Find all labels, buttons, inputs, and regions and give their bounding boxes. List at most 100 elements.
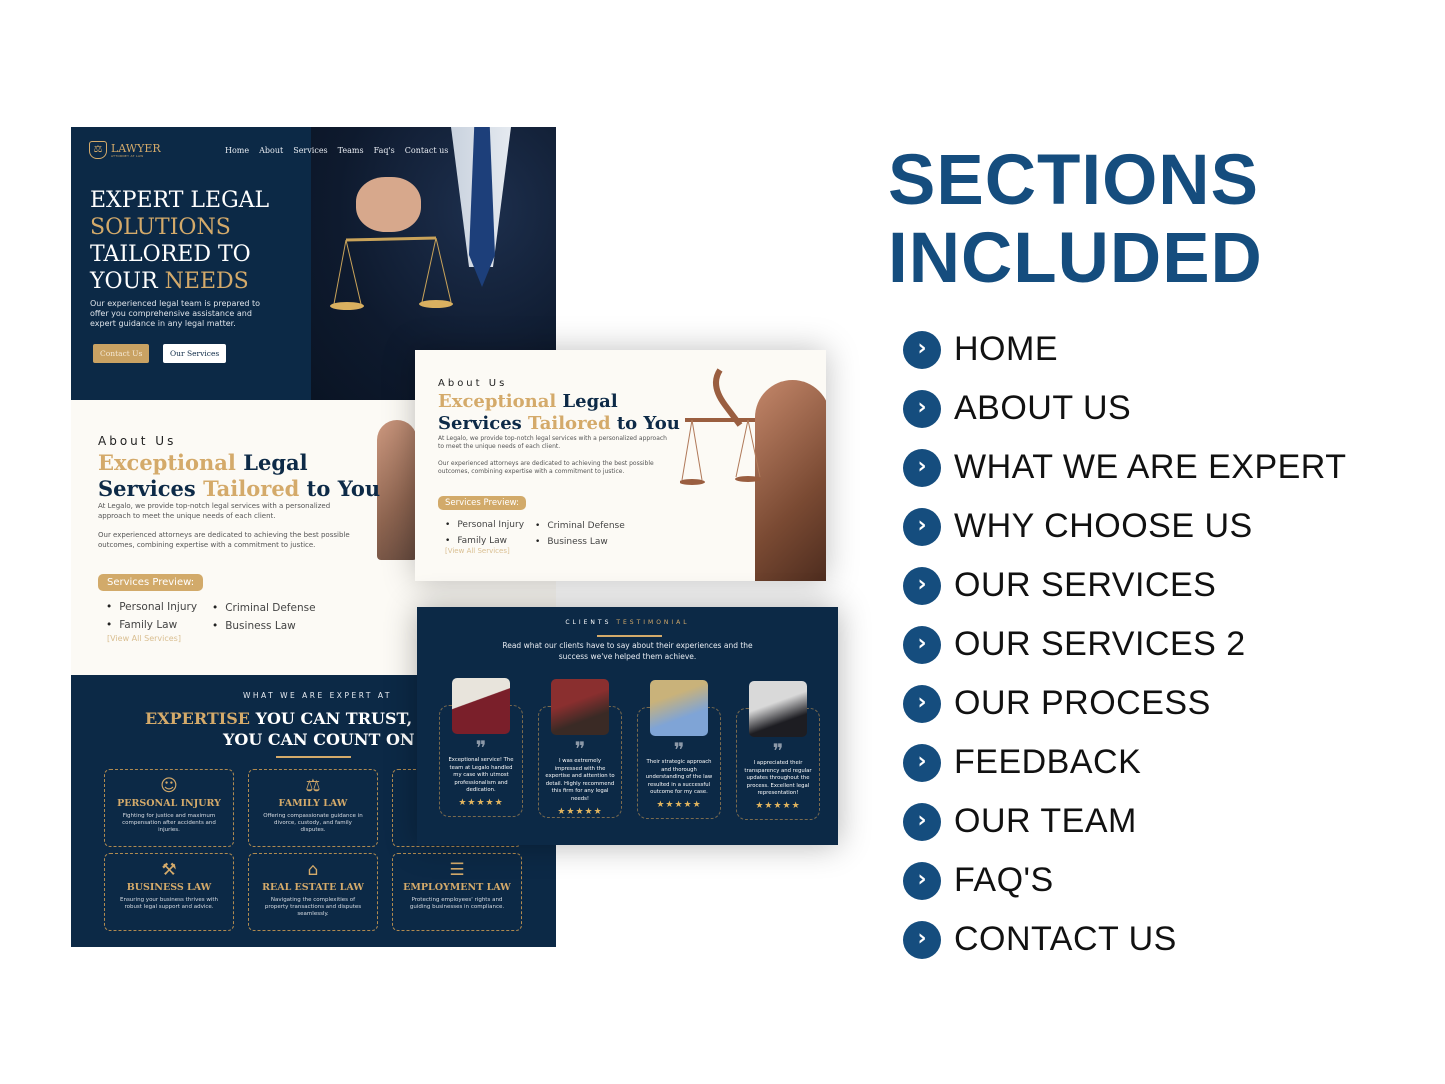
sections-title: SECTIONS INCLUDED — [888, 142, 1263, 298]
hero-title-highlight: NEEDS — [164, 269, 249, 294]
gavel-icon: ⚒ — [161, 860, 177, 880]
hero-title-line: TAILORED TO — [90, 242, 251, 267]
section-list-item: › FAQ'S — [903, 851, 1347, 910]
expertise-card-title: FAMILY LAW — [278, 798, 348, 809]
testimonial-eyebrow: CLIENTS TESTIMONIAL — [417, 619, 838, 626]
head-icon: ☺ — [160, 776, 178, 796]
expertise-card-desc: Fighting for justice and maximum compens… — [122, 813, 216, 833]
view-all-services-link[interactable]: [View All Services] — [445, 547, 510, 555]
nav-home[interactable]: Home — [225, 146, 249, 155]
house-dollar-icon: ⌂ — [307, 860, 319, 880]
service-item[interactable]: Business Law — [212, 620, 296, 632]
chevron-circle-icon: › — [903, 625, 941, 664]
section-list-item: › WHY CHOOSE US — [903, 497, 1347, 556]
view-all-services-link[interactable]: [View All Services] — [107, 634, 181, 643]
chevron-circle-icon: › — [903, 802, 941, 841]
about-title-part: Tailored — [528, 413, 611, 434]
about-title-part: to You — [610, 413, 680, 434]
expertise-card-desc: Protecting employees' rights and guiding… — [409, 897, 505, 910]
logo[interactable]: ⚖ LAWYER ATTORNEY AT LAW — [89, 141, 161, 159]
chevron-circle-icon: › — [903, 330, 941, 369]
sections-title-line: INCLUDED — [888, 219, 1263, 298]
section-name: OUR PROCESS — [954, 684, 1211, 722]
testimonial-text: I appreciated their transparency and reg… — [744, 760, 812, 797]
section-list-item: › OUR SERVICES 2 — [903, 615, 1347, 674]
section-name: WHY CHOOSE US — [954, 507, 1253, 545]
expert-title: EXPERTISE YOU CAN TRUST, R — [145, 709, 431, 728]
section-list-item: › OUR PROCESS — [903, 674, 1347, 733]
expertise-card-title: EMPLOYMENT LAW — [403, 882, 511, 893]
our-services-button[interactable]: Our Services — [163, 344, 227, 363]
expert-eyebrow: WHAT WE ARE EXPERT AT — [243, 691, 392, 700]
service-item[interactable]: Business Law — [535, 537, 608, 547]
nav-teams[interactable]: Teams — [338, 146, 364, 155]
section-list-item: › ABOUT US — [903, 379, 1347, 438]
service-item[interactable]: Family Law — [445, 536, 507, 546]
nav-contact[interactable]: Contact us — [405, 146, 449, 155]
hero-title-line: EXPERT LEGAL — [90, 188, 270, 213]
about-paragraph-1: At Legalo, we provide top-notch legal se… — [98, 502, 331, 520]
about-title-part: Services — [438, 413, 529, 434]
section-name: OUR SERVICES — [954, 566, 1217, 604]
about-title-part: Legal — [235, 450, 308, 475]
contact-us-button[interactable]: Contact Us — [93, 344, 150, 363]
chevron-circle-icon: › — [903, 684, 941, 723]
about-section-preview-2: About Us Exceptional Legal Services Tail… — [415, 350, 826, 581]
eyebrow-part: CLIENTS — [565, 619, 612, 626]
about-paragraph-1: At Legalo, we provide top-notch legal se… — [438, 435, 667, 450]
nav-about[interactable]: About — [259, 146, 283, 155]
service-item[interactable]: Personal Injury — [445, 520, 524, 530]
services-preview-label: Services Preview: — [438, 496, 527, 510]
client-photo — [452, 678, 510, 734]
about-title-part: Exceptional — [98, 450, 236, 475]
service-item[interactable]: Personal Injury — [106, 601, 197, 613]
eyebrow-part: TESTIMONIAL — [616, 619, 690, 626]
services-list: Personal Injury Family Law — [445, 517, 524, 549]
hero-title: EXPERT LEGAL SOLUTIONS TAILORED TO YOUR … — [90, 187, 269, 295]
expertise-card[interactable]: ⌂ REAL ESTATE LAW Navigating the complex… — [248, 853, 378, 931]
section-list-item: › WHAT WE ARE EXPERT — [903, 438, 1347, 497]
section-name: FEEDBACK — [954, 743, 1142, 781]
section-list-item: › HOME — [903, 320, 1347, 379]
chevron-circle-icon: › — [903, 920, 941, 959]
testimonial-intro: Read what our clients have to say about … — [502, 641, 753, 661]
expert-title-line2: YOU CAN COUNT ON — [223, 730, 415, 749]
service-item[interactable]: Family Law — [106, 619, 177, 631]
nav-services[interactable]: Services — [293, 146, 327, 155]
services-list: Personal Injury Family Law — [106, 598, 197, 634]
hero-text: Our experienced legal team is prepared t… — [90, 299, 261, 328]
justice-statue-image — [377, 420, 417, 560]
section-name: HOME — [954, 330, 1058, 368]
chevron-circle-icon: › — [903, 861, 941, 900]
expertise-card-title: PERSONAL INJURY — [117, 798, 221, 809]
about-title: Exceptional Legal Services Tailored to Y… — [438, 391, 680, 435]
checklist-icon: ☰ — [449, 860, 465, 880]
sections-title-line: SECTIONS — [888, 141, 1259, 220]
expertise-card[interactable]: ⚖ FAMILY LAW Offering compassionate guid… — [248, 769, 378, 847]
quote-icon: ❞ — [574, 737, 586, 761]
chevron-circle-icon: › — [903, 507, 941, 546]
expert-title-part: EXPERTISE — [145, 709, 250, 728]
expertise-card[interactable]: ⚒ BUSINESS LAW Ensuring your business th… — [104, 853, 234, 931]
expertise-card-title: REAL ESTATE LAW — [262, 882, 364, 893]
about-eyebrow: About Us — [438, 378, 508, 389]
service-item[interactable]: Criminal Defense — [212, 602, 316, 614]
divider — [597, 635, 662, 637]
client-photo — [551, 679, 609, 735]
expert-title-part: YOU CAN TRUST, R — [250, 709, 432, 728]
logo-name: LAWYER — [111, 141, 161, 155]
section-name: OUR SERVICES 2 — [954, 625, 1246, 663]
scales-logo-icon: ⚖ — [89, 141, 107, 159]
about-title-part: Legal — [556, 391, 618, 412]
nav-faqs[interactable]: Faq's — [374, 146, 395, 155]
section-name: OUR TEAM — [954, 802, 1137, 840]
section-list-item: › OUR SERVICES — [903, 556, 1347, 615]
services-list: Criminal Defense Business Law — [212, 599, 316, 635]
about-title-part: Tailored — [203, 476, 300, 501]
quote-icon: ❞ — [772, 739, 784, 763]
client-photo — [650, 680, 708, 736]
expertise-card[interactable]: ☰ EMPLOYMENT LAW Protecting employees' r… — [392, 853, 522, 931]
star-rating: ★★★★★ — [557, 806, 603, 817]
service-item[interactable]: Criminal Defense — [535, 521, 625, 531]
expertise-card[interactable]: ☺ PERSONAL INJURY Fighting for justice a… — [104, 769, 234, 847]
